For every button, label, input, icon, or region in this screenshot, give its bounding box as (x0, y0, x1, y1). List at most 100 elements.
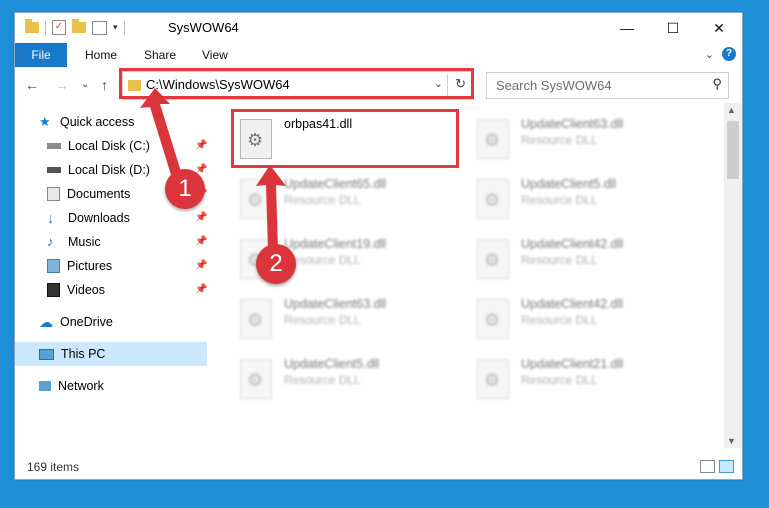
tab-home[interactable]: Home (85, 43, 117, 67)
documents-icon (47, 187, 60, 201)
download-icon: ↓ (47, 210, 54, 226)
up-button[interactable]: ↑ (101, 77, 108, 93)
customize-toolbar-icon[interactable]: ▾ (113, 22, 118, 33)
divider (123, 20, 125, 35)
file-type: Resource DLL (284, 193, 361, 207)
file-name: UpdateClient5.dll (521, 177, 617, 191)
tab-view[interactable]: View (202, 43, 228, 67)
videos-icon (47, 283, 60, 297)
sidebar-item-label: Videos (67, 283, 105, 297)
navigation-pane: ★ Quick access Local Disk (C:) 📌 Local D… (15, 103, 211, 448)
quick-access-toolbar: ✓ ▾ (25, 19, 125, 35)
search-icon[interactable]: ⚲ (712, 76, 722, 92)
sidebar-item-this-pc[interactable]: This PC (15, 342, 207, 366)
vertical-scrollbar[interactable]: ▲ ▼ (724, 103, 742, 448)
file-name: UpdateClient42.dll (521, 237, 624, 251)
title-bar: ✓ ▾ SysWOW64 — ☐ ✕ (15, 13, 742, 43)
step-marker-1: 1 (165, 169, 205, 209)
expand-ribbon-icon[interactable]: ⌄ (705, 48, 714, 61)
file-name: UpdateClient63.dll (521, 117, 624, 131)
large-icons-view-icon[interactable] (719, 460, 734, 473)
pin-icon: 📌 (195, 212, 208, 223)
file-type: Resource DLL (521, 373, 598, 387)
file-name: UpdateClient19.dll (284, 237, 387, 251)
dll-file-icon (240, 299, 272, 339)
new-folder-icon[interactable] (72, 19, 86, 33)
sidebar-item-onedrive[interactable]: ☁ OneDrive (39, 310, 113, 334)
pin-icon: 📌 (195, 140, 208, 151)
scroll-thumb[interactable] (727, 121, 739, 179)
recent-locations-button[interactable]: ⌄ (81, 79, 89, 90)
details-view-icon[interactable] (700, 460, 715, 473)
pin-icon: 📌 (195, 284, 208, 295)
file-type: Resource DLL (521, 193, 598, 207)
sidebar-item-network[interactable]: Network (39, 374, 104, 398)
minimize-button[interactable]: — (604, 13, 650, 43)
file-name: UpdateClient42.dll (521, 297, 624, 311)
sidebar-item-label: Downloads (68, 211, 130, 225)
pin-icon: 📌 (195, 236, 208, 247)
sidebar-item-label: Network (58, 379, 104, 393)
sidebar-item-downloads[interactable]: ↓ Downloads (47, 206, 130, 230)
file-highlight-box (231, 109, 459, 168)
file-type: Resource DLL (521, 133, 598, 147)
pictures-icon (47, 259, 60, 273)
dll-file-icon (477, 359, 509, 399)
explorer-window: ✓ ▾ SysWOW64 — ☐ ✕ File Home Share View … (14, 12, 743, 480)
address-row: ← → ⌄ ↑ C:\Windows\SysWOW64 ⌄ ↻ Search S… (15, 67, 742, 103)
sidebar-item-label: Quick access (60, 115, 135, 129)
drive-icon (47, 143, 61, 149)
file-item[interactable]: UpdateClient21.dll Resource DLL (473, 353, 693, 409)
sidebar-item-documents[interactable]: Documents (47, 182, 130, 206)
computer-icon (39, 348, 54, 360)
file-item[interactable]: UpdateClient42.dll Resource DLL (473, 233, 693, 289)
file-item[interactable]: UpdateClient5.dll Resource DLL (473, 173, 693, 229)
sidebar-item-label: OneDrive (60, 315, 113, 329)
maximize-button[interactable]: ☐ (650, 13, 696, 43)
file-type: Resource DLL (284, 373, 361, 387)
scroll-up-icon[interactable]: ▲ (727, 105, 736, 115)
star-icon: ★ (39, 114, 51, 129)
ribbon-tabs: File Home Share View ⌄ ? (15, 43, 742, 67)
file-item[interactable]: UpdateClient65.dll Resource DLL (236, 173, 456, 229)
window-title: SysWOW64 (168, 20, 239, 35)
sidebar-item-quick-access[interactable]: ★ Quick access (39, 110, 134, 134)
dll-file-icon (477, 299, 509, 339)
close-button[interactable]: ✕ (696, 13, 742, 43)
help-icon[interactable]: ? (722, 47, 736, 61)
file-item[interactable]: UpdateClient42.dll Resource DLL (473, 293, 693, 349)
dll-file-icon (477, 119, 509, 159)
forward-button[interactable]: → (55, 77, 69, 93)
sidebar-item-local-disk-c[interactable]: Local Disk (C:) (47, 134, 150, 158)
sidebar-item-local-disk-d[interactable]: Local Disk (D:) (47, 158, 150, 182)
properties-icon[interactable] (92, 20, 107, 35)
music-icon: ♪ (47, 234, 54, 249)
file-name: UpdateClient63.dll (284, 297, 387, 311)
status-bar: 169 items (15, 456, 742, 479)
back-button[interactable]: ← (25, 77, 39, 93)
file-type: Resource DLL (521, 253, 598, 267)
search-placeholder: Search SysWOW64 (496, 78, 612, 93)
drive-icon (47, 167, 61, 173)
sidebar-item-label: Documents (67, 187, 131, 201)
search-box[interactable]: Search SysWOW64 ⚲ (486, 72, 729, 99)
address-highlight-box (119, 68, 474, 99)
sidebar-item-label: Music (68, 235, 101, 249)
sidebar-item-music[interactable]: ♪ Music (47, 230, 101, 254)
file-item[interactable]: UpdateClient5.dll Resource DLL (236, 353, 456, 409)
sidebar-item-pictures[interactable]: Pictures (47, 254, 112, 278)
sidebar-item-label: Local Disk (D:) (68, 163, 150, 177)
item-count: 169 items (27, 460, 80, 474)
cloud-icon: ☁ (39, 314, 53, 330)
properties-check-icon[interactable]: ✓ (52, 20, 66, 35)
sidebar-item-videos[interactable]: Videos (47, 278, 105, 302)
divider (45, 20, 46, 35)
dll-file-icon (240, 359, 272, 399)
sidebar-item-label: Pictures (67, 259, 113, 273)
tab-share[interactable]: Share (144, 43, 176, 67)
file-item[interactable]: UpdateClient63.dll Resource DLL (236, 293, 456, 349)
tab-file[interactable]: File (15, 43, 67, 67)
file-item[interactable]: UpdateClient63.dll Resource DLL (473, 113, 693, 169)
file-name: UpdateClient5.dll (284, 357, 380, 371)
scroll-down-icon[interactable]: ▼ (727, 436, 736, 446)
